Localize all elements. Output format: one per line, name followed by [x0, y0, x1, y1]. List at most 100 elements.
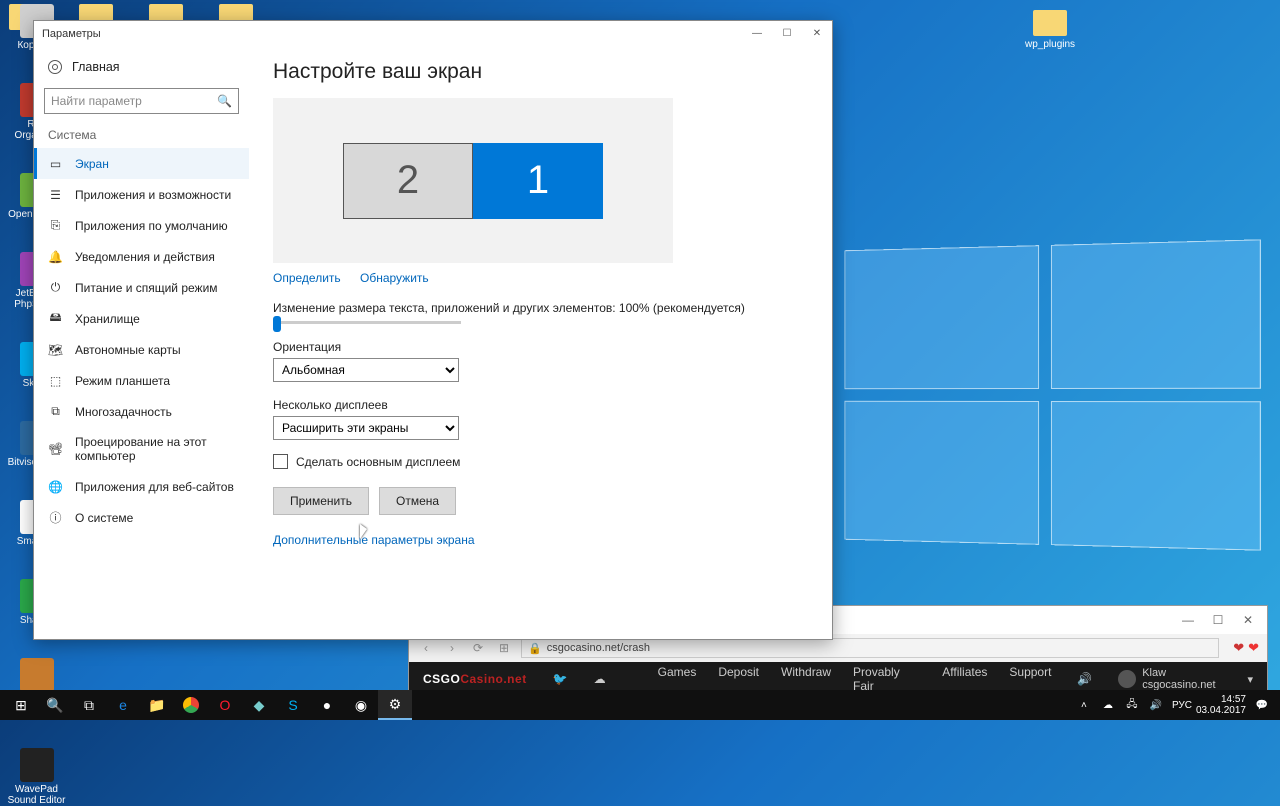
sidebar-item-10[interactable]: 🌐Приложения для веб-сайтов [34, 471, 249, 502]
sidebar-item-4[interactable]: ⏻Питание и спящий режим [34, 272, 249, 303]
sidebar-icon: 📽 [48, 442, 63, 457]
sidebar-icon: ⧉ [48, 404, 63, 419]
monitor-1[interactable]: 1 [473, 143, 603, 219]
social-icon[interactable]: ☁ [594, 672, 606, 686]
site-nav-link[interactable]: Provably Fair [853, 665, 920, 693]
window-title: Параметры [42, 28, 101, 40]
monitor-arrangement[interactable]: 2 1 [273, 98, 673, 263]
sidebar-item-label: Приложения и возможности [75, 188, 231, 202]
sidebar-item-6[interactable]: 🗺Автономные карты [34, 334, 249, 365]
sidebar-item-1[interactable]: ☰Приложения и возможности [34, 179, 249, 210]
taskbar-edge[interactable]: e [106, 690, 140, 720]
identify-link[interactable]: Определить [273, 271, 341, 285]
taskbar-opera[interactable]: O [208, 690, 242, 720]
sidebar-home[interactable]: Главная [34, 54, 249, 80]
forward-button[interactable]: › [443, 641, 461, 655]
sidebar-section-label: Система [34, 124, 249, 148]
desktop-icon-label: WavePad Sound Editor [4, 784, 69, 806]
taskbar-app[interactable]: ◆ [242, 690, 276, 720]
site-nav-link[interactable]: Withdraw [781, 665, 831, 693]
sidebar-item-3[interactable]: 🔔 Уведомления и действия [34, 241, 249, 272]
scale-slider[interactable] [273, 321, 461, 324]
site-nav-link[interactable]: Support [1009, 665, 1051, 693]
tray-language[interactable]: РУС [1172, 700, 1188, 711]
back-button[interactable]: ‹ [417, 641, 435, 655]
search-placeholder: Найти параметр [51, 94, 142, 108]
desktop-folder-wp-plugins[interactable]: wp_plugins [1025, 10, 1075, 50]
minimize-button[interactable]: — [1173, 609, 1203, 631]
sidebar-item-label: Многозадачность [75, 405, 172, 419]
sidebar-item-label: Приложения по умолчанию [75, 219, 228, 233]
close-button[interactable]: ✕ [1233, 609, 1263, 631]
lock-icon: 🔒 [528, 642, 542, 655]
tray-time: 14:57 [1196, 694, 1246, 705]
detect-link[interactable]: Обнаружить [360, 271, 429, 285]
task-view-button[interactable]: ⧉ [72, 690, 106, 720]
taskbar-settings[interactable]: ⚙ [378, 690, 412, 720]
window-titlebar: Параметры — ☐ ✕ [34, 21, 832, 46]
user-menu[interactable]: Klaw csgocasino.net ▾ [1118, 667, 1253, 691]
gear-icon [48, 60, 62, 74]
apply-button[interactable]: Применить [273, 487, 369, 515]
tray-chevron-icon[interactable]: ˄ [1076, 700, 1092, 711]
sidebar-item-label: Проецирование на этот компьютер [75, 435, 235, 463]
cancel-button[interactable]: Отмена [379, 487, 456, 515]
avatar [1118, 670, 1136, 688]
start-button[interactable]: ⊞ [4, 690, 38, 720]
site-nav-link[interactable]: Games [658, 665, 697, 693]
username: Klaw csgocasino.net [1142, 667, 1241, 691]
sound-icon[interactable]: 🔊 [1077, 672, 1092, 686]
close-button[interactable]: ✕ [802, 21, 832, 46]
sidebar-item-0[interactable]: ▭ Экран [34, 148, 249, 179]
sidebar-item-label: Уведомления и действия [75, 250, 215, 264]
sidebar-item-label: Хранилище [75, 312, 140, 326]
sidebar-item-9[interactable]: 📽 Проецирование на этот компьютер [34, 427, 249, 471]
reload-button[interactable]: ⟳ [469, 641, 487, 655]
site-nav-link[interactable]: Affiliates [942, 665, 987, 693]
tray-date: 03.04.2017 [1196, 705, 1246, 716]
settings-sidebar: Главная Найти параметр 🔍 Система ▭ Экран ☰… [34, 46, 249, 639]
folder-label: wp_plugins [1025, 39, 1075, 50]
search-button[interactable]: 🔍 [38, 690, 72, 720]
heart-icon[interactable]: ❤ [1248, 640, 1259, 656]
tray-onedrive-icon[interactable]: ☁ [1100, 700, 1116, 711]
sidebar-icon: 🔔 [48, 249, 63, 264]
taskbar-explorer[interactable]: 📁 [140, 690, 174, 720]
sidebar-item-2[interactable]: ⎘ Приложения по умолчанию [34, 210, 249, 241]
orientation-select[interactable]: Альбомная [273, 358, 459, 382]
monitor-2[interactable]: 2 [343, 143, 473, 219]
minimize-button[interactable]: — [742, 21, 772, 46]
sidebar-item-label: Режим планшета [75, 374, 170, 388]
taskbar-skype[interactable]: S [276, 690, 310, 720]
primary-display-label: Сделать основным дисплеем [296, 455, 460, 469]
primary-display-checkbox[interactable] [273, 454, 288, 469]
apps-button[interactable]: ⊞ [495, 641, 513, 655]
sidebar-item-11[interactable]: ⓘО системе [34, 502, 249, 533]
sidebar-icon: 🗺 [48, 342, 63, 357]
taskbar-obs[interactable]: ◉ [344, 690, 378, 720]
sidebar-icon: ▭ [48, 156, 63, 171]
sidebar-item-label: Экран [75, 157, 109, 171]
search-input[interactable]: Найти параметр 🔍 [44, 88, 239, 114]
tray-clock[interactable]: 14:57 03.04.2017 [1196, 694, 1246, 716]
sidebar-item-7[interactable]: ⬚Режим планшета [34, 365, 249, 396]
taskbar: ⊞ 🔍 ⧉ e 📁 O ◆ S ● ◉ ⚙ ˄ ☁ 🖧 🔊 РУС 14:57 … [0, 690, 1280, 720]
tray-network-icon[interactable]: 🖧 [1124, 697, 1140, 714]
site-logo[interactable]: CSGOCasino.net [423, 672, 527, 686]
taskbar-chrome[interactable] [174, 690, 208, 720]
social-icon[interactable]: 🐦 [553, 672, 568, 686]
tray-volume-icon[interactable]: 🔊 [1148, 700, 1164, 711]
url-bar[interactable]: 🔒csgocasino.net/crash [521, 638, 1219, 658]
sidebar-item-5[interactable]: 🖴Хранилище [34, 303, 249, 334]
multiple-displays-select[interactable]: Расширить эти экраны [273, 416, 459, 440]
maximize-button[interactable]: ☐ [772, 21, 802, 46]
tray-notifications-icon[interactable]: 💬 [1254, 700, 1270, 711]
sidebar-item-8[interactable]: ⧉ Многозадачность [34, 396, 249, 427]
site-nav-link[interactable]: Deposit [718, 665, 759, 693]
taskbar-app[interactable]: ● [310, 690, 344, 720]
desktop-icon[interactable]: WavePad Sound Editor [4, 748, 69, 806]
maximize-button[interactable]: ☐ [1203, 609, 1233, 631]
advanced-display-link[interactable]: Дополнительные параметры экрана [273, 533, 475, 547]
sidebar-icon: ⎘ [48, 218, 63, 233]
heart-icon[interactable]: ❤ [1233, 640, 1244, 656]
